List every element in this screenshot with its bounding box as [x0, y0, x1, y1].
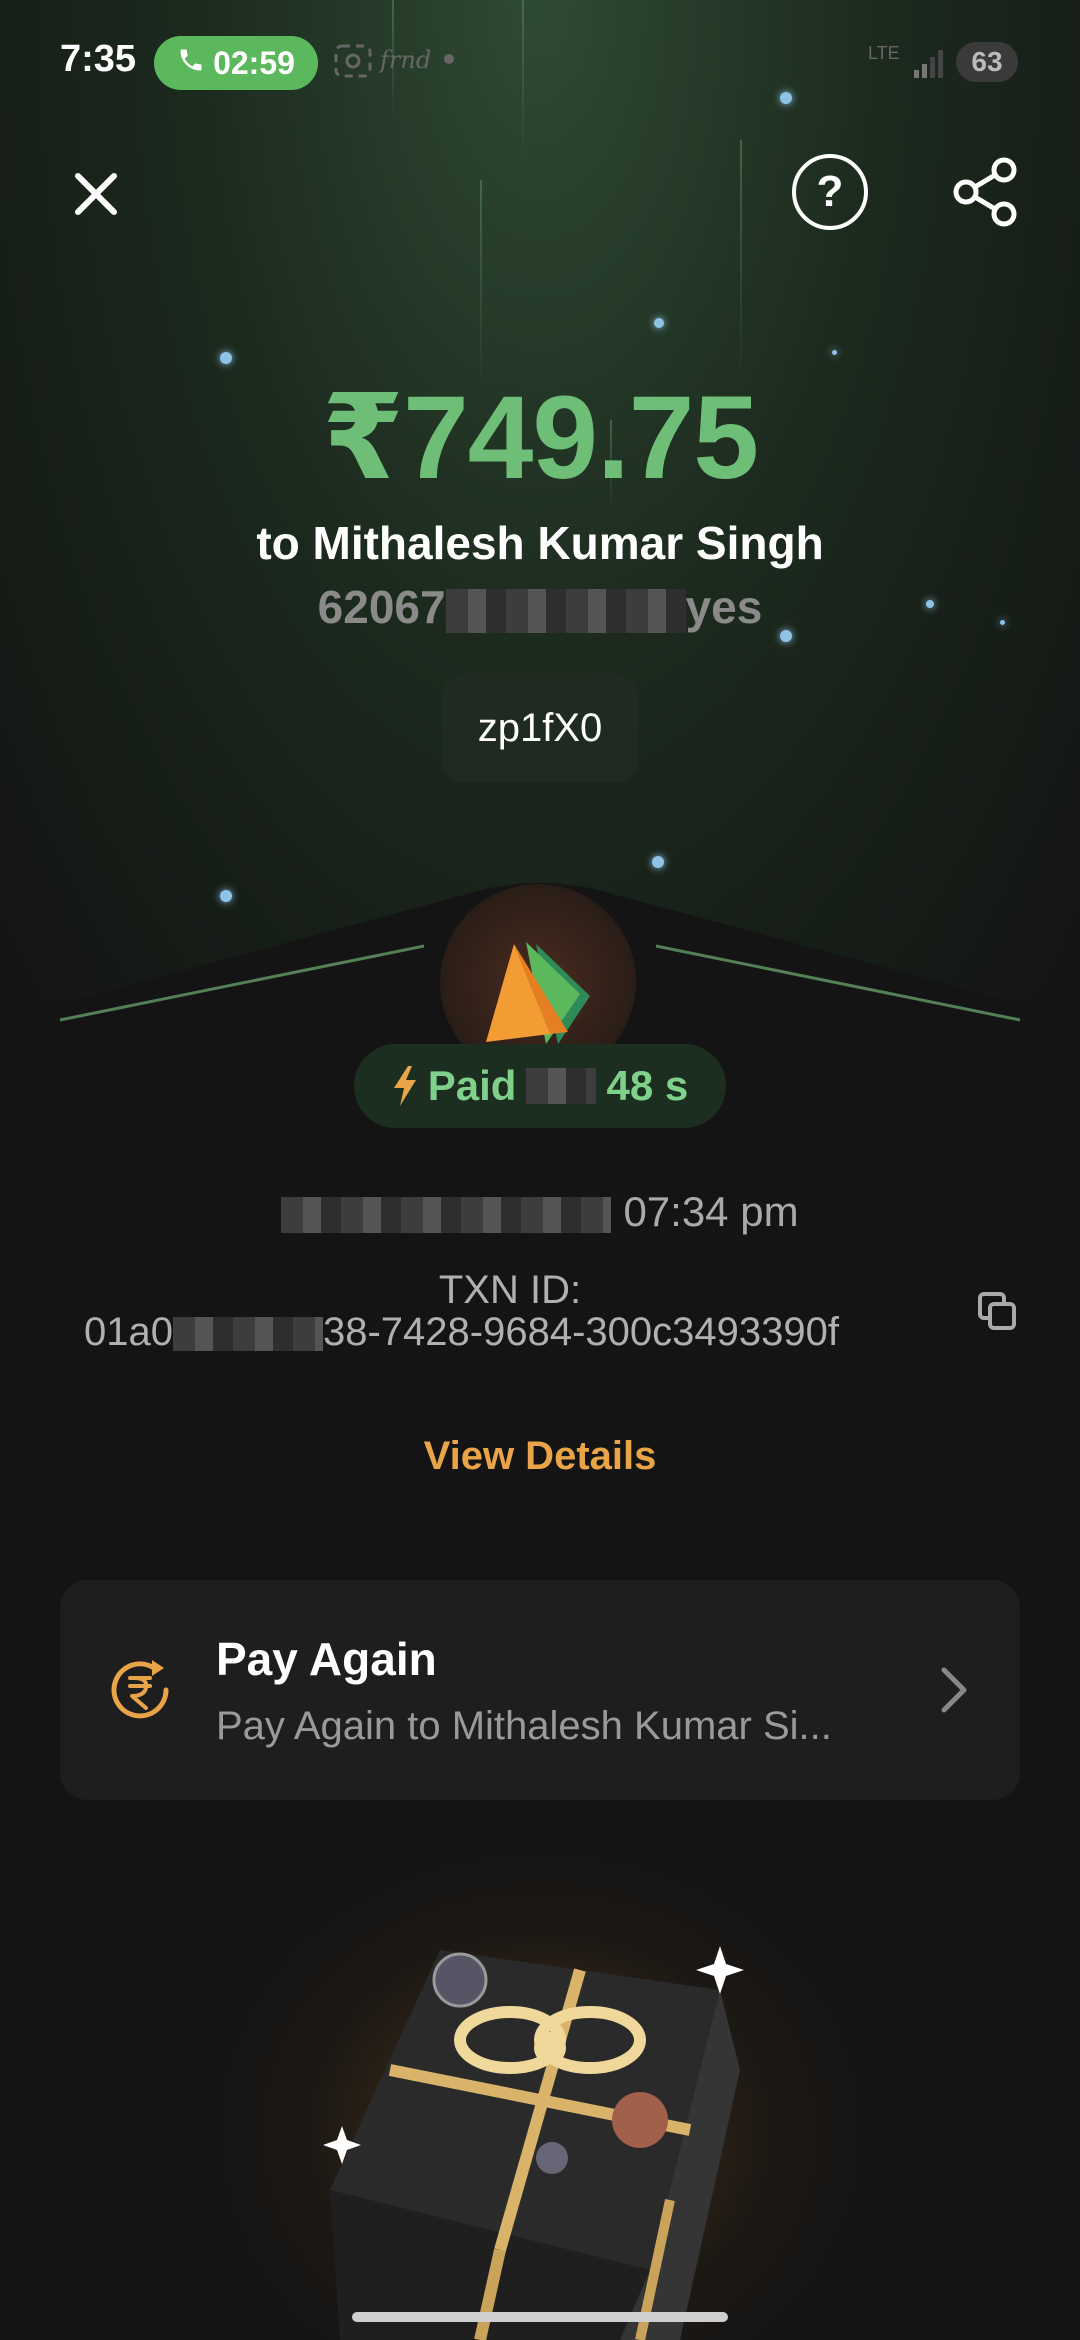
- help-button[interactable]: ?: [792, 154, 868, 230]
- upi-suffix: yes: [685, 581, 763, 633]
- signal-icon: [912, 46, 946, 87]
- txn-id-prefix: 01a0: [84, 1310, 173, 1354]
- view-details-link[interactable]: View Details: [0, 1434, 1080, 1479]
- battery-indicator: 63: [956, 42, 1018, 82]
- gift-box-icon[interactable]: [320, 1930, 760, 2340]
- txn-id-suffix: 38-7428-9684-300c3493390f: [322, 1310, 839, 1354]
- frnd-app-icon: frnd: [380, 46, 432, 74]
- notification-dot-icon: [444, 54, 454, 64]
- txn-id-value: 01a0 38-7428-9684-300c3493390f: [84, 1310, 839, 1355]
- copy-icon: [978, 1292, 1016, 1330]
- redacted-text: [526, 1068, 597, 1104]
- rupee-refresh-icon: [111, 1660, 169, 1719]
- payee-upi-id: 62067 yes: [0, 580, 1080, 634]
- payee-name: to Mithalesh Kumar Singh: [256, 517, 824, 569]
- payment-note-chip: zp1fX0: [442, 674, 638, 782]
- redacted-text: [445, 588, 686, 633]
- status-time: 7:35: [60, 38, 137, 80]
- redacted-text: [281, 1196, 612, 1233]
- pay-again-card[interactable]: Pay Again Pay Again to Mithalesh Kumar S…: [60, 1580, 1020, 1800]
- pay-again-title: Pay Again: [216, 1633, 437, 1685]
- network-type: LTE: [868, 43, 900, 63]
- close-icon: [75, 173, 117, 215]
- home-indicator[interactable]: [352, 2312, 728, 2322]
- upi-prefix: 62067: [317, 581, 446, 633]
- sparkle: [654, 318, 664, 328]
- copy-txn-button[interactable]: [976, 1290, 1020, 1334]
- payment-datetime: 07:34 pm: [0, 1188, 1080, 1236]
- status-bar: 7:35 02:59 frnd LTE 63: [0, 0, 1080, 126]
- share-button[interactable]: [950, 156, 1022, 228]
- close-button[interactable]: [64, 162, 128, 226]
- sparkle: [832, 350, 837, 355]
- screen-record-icon: [334, 44, 372, 85]
- light-ray: [740, 140, 742, 380]
- paid-duration: 48 s: [606, 1062, 689, 1109]
- redacted-text: [172, 1317, 323, 1352]
- share-icon: [953, 157, 1017, 227]
- help-icon: ?: [816, 167, 844, 216]
- phone-icon: [177, 45, 205, 82]
- chevron-right-icon: [941, 1667, 967, 1713]
- call-timer: 02:59: [213, 44, 295, 81]
- sparkle: [220, 352, 232, 364]
- payment-amount: ₹749.75: [321, 372, 759, 504]
- payment-time: 07:34 pm: [623, 1188, 799, 1235]
- light-ray: [480, 180, 482, 390]
- txn-id-label: TXN ID:: [438, 1268, 582, 1312]
- lightning-icon: [393, 1066, 416, 1106]
- paid-status-badge: Paid 48 s: [354, 1044, 726, 1128]
- paid-label: Paid: [427, 1062, 517, 1109]
- pay-again-subtitle: Pay Again to Mithalesh Kumar Si...: [216, 1704, 832, 1748]
- ongoing-call-pill[interactable]: 02:59: [154, 36, 318, 90]
